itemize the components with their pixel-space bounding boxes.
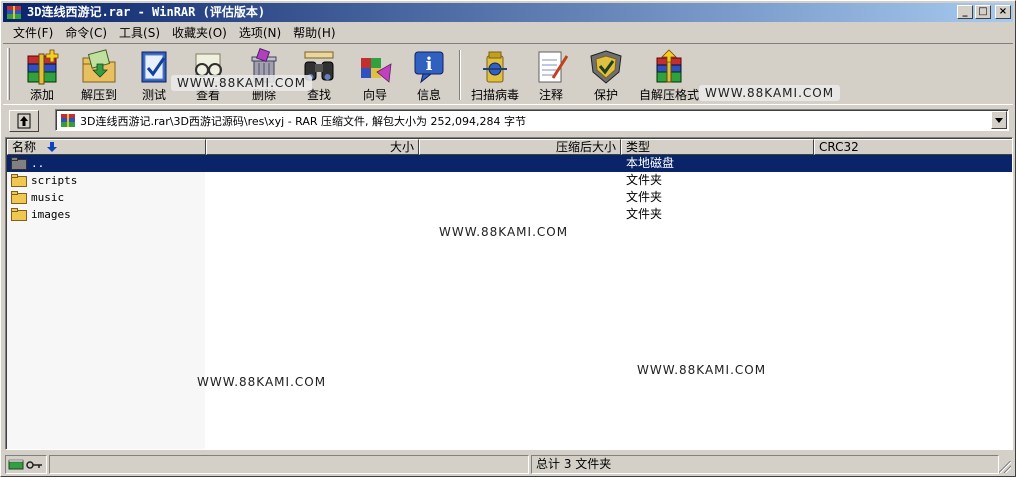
menu-commands[interactable]: 命令(C): [59, 24, 113, 42]
address-bar: 3D连线西游记.rar\3D西游记源码\res\xyj - RAR 压缩文件, …: [3, 107, 1013, 134]
up-arrow-icon: [17, 113, 31, 129]
wizard-button[interactable]: 向导: [347, 48, 403, 104]
wizard-icon: [361, 58, 392, 83]
drive-key-icon: [8, 459, 42, 470]
comment-notepad-icon: [538, 51, 569, 83]
table-row[interactable]: .. 本地磁盘: [7, 155, 1012, 172]
watermark-list-right: WWW.88KAMI.COM: [637, 363, 767, 377]
rar-archive-icon: [61, 114, 75, 127]
table-row[interactable]: images 文件夹: [7, 206, 1012, 223]
resize-grip[interactable]: [999, 461, 1011, 473]
parent-folder-icon: [11, 157, 27, 170]
column-header-crc32[interactable]: CRC32: [814, 139, 1012, 155]
books-add-icon: [27, 49, 59, 85]
list-header: 名称 大小 压缩后大小 类型 CRC32: [7, 139, 1012, 155]
file-name: images: [31, 208, 71, 221]
file-type: 文件夹: [626, 190, 663, 204]
file-type: 本地磁盘: [626, 156, 675, 170]
svg-text:i: i: [426, 54, 433, 75]
window-title: 3D连线西游记.rar - WinRAR (评估版本): [27, 5, 266, 19]
winrar-window: 3D连线西游记.rar - WinRAR (评估版本) _ □ × 文件(F) …: [0, 0, 1016, 477]
protect-button[interactable]: 保护: [579, 48, 633, 104]
menu-bar: 文件(F) 命令(C) 工具(S) 收藏夹(O) 选项(N) 帮助(H): [3, 23, 1013, 42]
table-row[interactable]: scripts 文件夹: [7, 172, 1012, 189]
extract-button[interactable]: 解压到: [71, 48, 127, 104]
chevron-down-icon: [995, 118, 1003, 123]
status-bar: 总计 3 文件夹: [3, 454, 1013, 475]
folder-extract-icon: [82, 49, 116, 83]
up-folder-button[interactable]: [9, 110, 39, 132]
toolbar-grip[interactable]: [7, 48, 10, 100]
menu-favorites[interactable]: 收藏夹(O): [166, 24, 233, 42]
column-header-packed[interactable]: 压缩后大小: [419, 139, 621, 155]
minimize-button[interactable]: _: [957, 5, 973, 19]
menu-help[interactable]: 帮助(H): [287, 24, 341, 42]
path-text: 3D连线西游记.rar\3D西游记源码\res\xyj - RAR 压缩文件, …: [80, 115, 526, 128]
menu-file[interactable]: 文件(F): [7, 24, 59, 42]
folder-icon: [11, 174, 27, 187]
comment-label: 注释: [538, 88, 563, 102]
sfx-button[interactable]: 自解压格式: [637, 48, 701, 104]
watermark-toolbar-left: WWW.88KAMI.COM: [171, 75, 313, 91]
file-type: 文件夹: [626, 173, 663, 187]
shield-protect-icon: [590, 50, 622, 84]
file-name: scripts: [31, 174, 78, 187]
close-button[interactable]: ×: [995, 5, 1011, 19]
info-label: 信息: [416, 88, 441, 102]
path-combobox[interactable]: 3D连线西游记.rar\3D西游记源码\res\xyj - RAR 压缩文件, …: [55, 109, 1009, 131]
watermark-list-center: WWW.88KAMI.COM: [439, 225, 569, 239]
virus-scan-icon: [483, 51, 507, 83]
file-name: ..: [31, 157, 45, 170]
folder-icon: [11, 208, 27, 221]
status-selection-panel: [49, 455, 529, 474]
virus-scan-label: 扫描病毒: [470, 88, 519, 102]
column-header-type[interactable]: 类型: [621, 139, 814, 155]
add-button[interactable]: 添加: [15, 48, 69, 104]
file-type: 文件夹: [626, 207, 663, 221]
column-header-name[interactable]: 名称: [7, 139, 206, 155]
column-header-size[interactable]: 大小: [206, 139, 419, 155]
menu-options[interactable]: 选项(N): [233, 24, 287, 42]
sfx-label: 自解压格式: [638, 88, 699, 102]
file-name: music: [31, 191, 65, 204]
winrar-app-icon[interactable]: [6, 5, 22, 20]
table-row[interactable]: music 文件夹: [7, 189, 1012, 206]
folder-icon: [11, 191, 27, 204]
add-label: 添加: [29, 88, 54, 102]
title-bar[interactable]: 3D连线西游记.rar - WinRAR (评估版本) _ □ ×: [3, 3, 1013, 22]
file-list[interactable]: 名称 大小 压缩后大小 类型 CRC32 .. 本地磁盘 scripts 文件夹…: [5, 137, 1013, 450]
path-dropdown-button[interactable]: [991, 111, 1007, 129]
info-icon: i: [414, 51, 444, 84]
status-summary: 总计 3 文件夹: [531, 455, 999, 474]
watermark-list-left: WWW.88KAMI.COM: [197, 375, 327, 389]
info-button[interactable]: i 信息: [405, 48, 453, 104]
protect-label: 保护: [593, 88, 618, 102]
sfx-archive-icon: [656, 49, 682, 83]
sort-down-arrow-icon: [46, 142, 57, 152]
virus-scan-button[interactable]: 扫描病毒: [465, 48, 525, 104]
toolbar: 添加 解压到 测试 查看 删除 查找 向导 i 信息 扫描病毒 注释 保护 自解…: [3, 43, 1013, 105]
status-drive-panel[interactable]: [5, 455, 47, 474]
menu-tools[interactable]: 工具(S): [113, 24, 166, 42]
watermark-toolbar-right: WWW.88KAMI.COM: [699, 85, 841, 101]
extract-label: 解压到: [80, 88, 117, 102]
test-checklist-icon: [141, 51, 167, 83]
wizard-label: 向导: [362, 88, 387, 102]
comment-button[interactable]: 注释: [527, 48, 575, 104]
maximize-button[interactable]: □: [975, 5, 991, 19]
column-name-label: 名称: [12, 140, 37, 154]
toolbar-separator: [459, 50, 461, 100]
